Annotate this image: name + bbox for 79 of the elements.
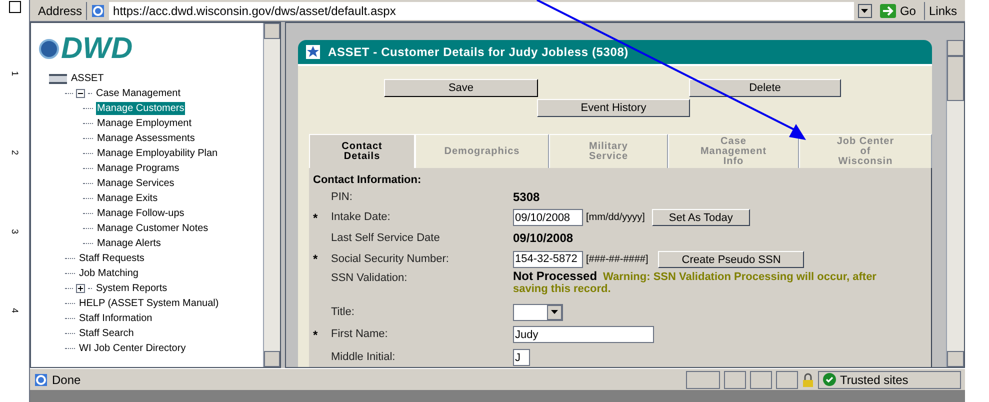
toolbox-icon (49, 74, 67, 84)
links-button[interactable]: Links (924, 2, 961, 20)
tree-item[interactable]: Manage Exits (96, 192, 159, 205)
tree-item[interactable]: Manage Programs (96, 162, 180, 175)
tree-item[interactable]: Manage Customers (96, 102, 186, 115)
tree-item[interactable]: WI Job Center Directory (78, 342, 187, 355)
tree-item[interactable]: Manage Alerts (96, 237, 162, 250)
page-icon (91, 4, 106, 18)
field-label: Social Security Number: (331, 252, 450, 267)
scrollbar[interactable] (263, 23, 280, 367)
star-icon (306, 45, 320, 59)
check-icon (823, 373, 836, 386)
field-label: First Name: (331, 327, 389, 342)
tree-item[interactable]: Manage Employment (96, 117, 192, 130)
tree-item[interactable]: Manage Assessments (96, 132, 196, 145)
ruler-number: 2 (10, 150, 19, 155)
field-label: Title: (331, 304, 356, 320)
required-mark: * (313, 326, 319, 344)
arrow-icon (880, 4, 896, 18)
input-field[interactable]: Judy (513, 326, 654, 343)
required-mark: * (313, 251, 319, 268)
ruler-number: 3 (10, 229, 19, 234)
save-button[interactable]: Save (384, 79, 538, 97)
tab-stop-icon[interactable] (8, 1, 20, 13)
input-field[interactable]: 09/10/2008 (513, 209, 583, 226)
tree-item[interactable]: Manage Services (96, 177, 176, 190)
status-pane (750, 370, 772, 388)
field-label: Last Self Service Date (331, 230, 441, 246)
field-label: Middle Initial: (331, 350, 396, 366)
status-text: Done (52, 372, 82, 388)
format-hint: [mm/dd/yyyy] (586, 211, 645, 225)
tree-item[interactable]: Manage Customer Notes (96, 222, 210, 235)
expand-icon[interactable] (76, 284, 85, 293)
event-history-button[interactable]: Event History (537, 99, 690, 117)
pseudo-ssn-button[interactable]: Create Pseudo SSN (658, 250, 804, 268)
status-pane (686, 370, 720, 388)
title-dropdown[interactable] (513, 304, 563, 320)
logo: DWD (61, 34, 133, 64)
page-icon (34, 372, 48, 386)
tree-item[interactable]: Manage Follow-ups (96, 207, 186, 220)
address-field[interactable]: https://acc.dwd.wisconsin.gov/dws/asset/default.aspx (109, 2, 854, 20)
dropdown-button[interactable] (858, 4, 872, 18)
field-value: 09/10/2008 (513, 230, 574, 247)
input-field[interactable]: 154-32-5872 (513, 250, 583, 268)
set-today-button[interactable]: Set As Today (652, 209, 750, 226)
format-hint: [###-##-####] (586, 252, 648, 266)
field-label: SSN Validation: (331, 271, 408, 286)
tree-item[interactable]: Manage Employability Plan (96, 147, 219, 160)
caret-icon (551, 310, 558, 314)
status-pane (776, 370, 798, 388)
scrollbar[interactable] (946, 40, 964, 367)
collapse-icon[interactable] (76, 89, 85, 98)
field-value: 5308 (513, 189, 540, 206)
required-mark: * (313, 210, 319, 226)
tree-item[interactable]: Case Management (95, 87, 182, 100)
go-button[interactable]: Go (876, 2, 920, 20)
panel-title: ASSET - Customer Details for Judy Jobless (5308) (328, 44, 628, 61)
tree-item[interactable]: Job Matching (78, 267, 140, 280)
tree-item[interactable]: System Reports (95, 282, 168, 295)
section-title: Contact Information: (313, 173, 422, 187)
tree-item[interactable]: Staff Search (78, 327, 135, 340)
globe-icon (39, 39, 59, 59)
tree-item[interactable]: Staff Requests (78, 252, 146, 265)
input-field[interactable]: J (513, 349, 530, 366)
tree-item[interactable]: HELP (ASSET System Manual) (78, 297, 220, 310)
ruler-number: 4 (10, 308, 19, 313)
field-label: Intake Date: (331, 210, 392, 226)
caret-icon (861, 8, 868, 12)
address-label: Address (34, 2, 88, 20)
security-zone: Trusted sites (840, 372, 908, 388)
status-pane (724, 370, 746, 388)
field-label: PIN: (331, 190, 354, 205)
delete-button[interactable]: Delete (689, 79, 841, 97)
tree-item[interactable]: Staff Information (78, 312, 154, 325)
tab[interactable]: Contact Details (309, 134, 415, 168)
tree-item[interactable]: ASSET (70, 72, 105, 85)
ruler-number: 1 (10, 71, 19, 76)
lock-icon (802, 372, 814, 386)
ssn-validation-message: Not Processed Warning: SSN Validation Processing will occur, after saving this record. (513, 270, 878, 295)
